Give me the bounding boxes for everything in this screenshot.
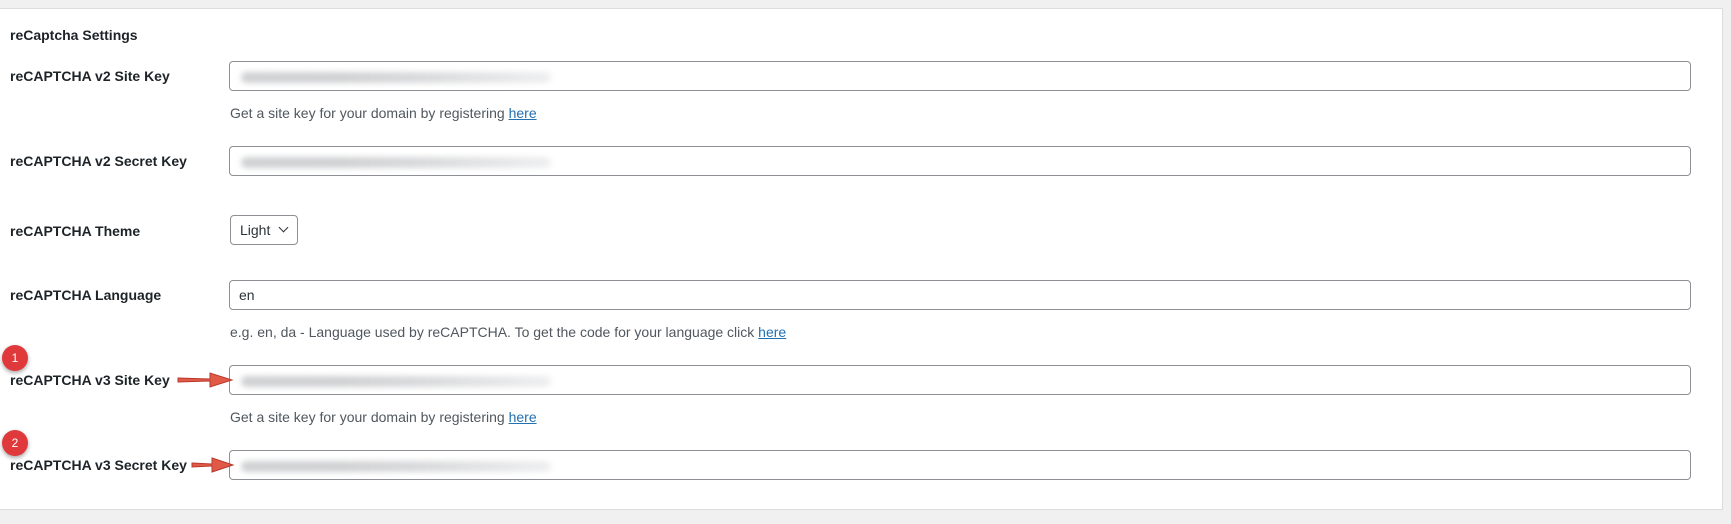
annotation-arrow-2-icon [191, 457, 235, 473]
v3-site-key-label: reCAPTCHA v3 Site Key [10, 372, 170, 388]
annotation-badge-2: 2 [2, 430, 28, 456]
language-hint-text: e.g. en, da - Language used by reCAPTCHA… [230, 324, 759, 340]
theme-label: reCAPTCHA Theme [10, 223, 141, 239]
v3-site-key-hint: Get a site key for your domain by regist… [230, 409, 537, 425]
v2-site-key-redaction [241, 72, 551, 83]
language-input[interactable] [229, 280, 1691, 310]
section-title: reCaptcha Settings [10, 27, 138, 43]
v2-secret-key-redaction [241, 157, 551, 168]
v2-site-key-register-link[interactable]: here [509, 105, 537, 121]
annotation-badge-1: 1 [2, 345, 28, 371]
language-label: reCAPTCHA Language [10, 287, 162, 303]
annotation-arrow-1-icon [177, 372, 234, 388]
language-code-link[interactable]: here [758, 324, 786, 340]
v2-site-key-label: reCAPTCHA v2 Site Key [10, 68, 170, 84]
v3-site-key-hint-text: Get a site key for your domain by regist… [230, 409, 509, 425]
v2-site-key-hint-text: Get a site key for your domain by regist… [230, 105, 509, 121]
v3-secret-key-redaction [241, 461, 551, 472]
theme-select[interactable]: Light [230, 215, 298, 245]
theme-select-value: Light [240, 222, 271, 238]
language-hint: e.g. en, da - Language used by reCAPTCHA… [230, 324, 786, 340]
v3-site-key-redaction [241, 376, 551, 387]
v2-site-key-hint: Get a site key for your domain by regist… [230, 105, 537, 121]
v3-secret-key-label: reCAPTCHA v3 Secret Key [10, 457, 187, 473]
v3-site-key-register-link[interactable]: here [509, 409, 537, 425]
v2-secret-key-label: reCAPTCHA v2 Secret Key [10, 153, 187, 169]
settings-panel: reCaptcha Settings reCAPTCHA v2 Site Key… [0, 8, 1723, 510]
chevron-down-icon [278, 222, 289, 233]
